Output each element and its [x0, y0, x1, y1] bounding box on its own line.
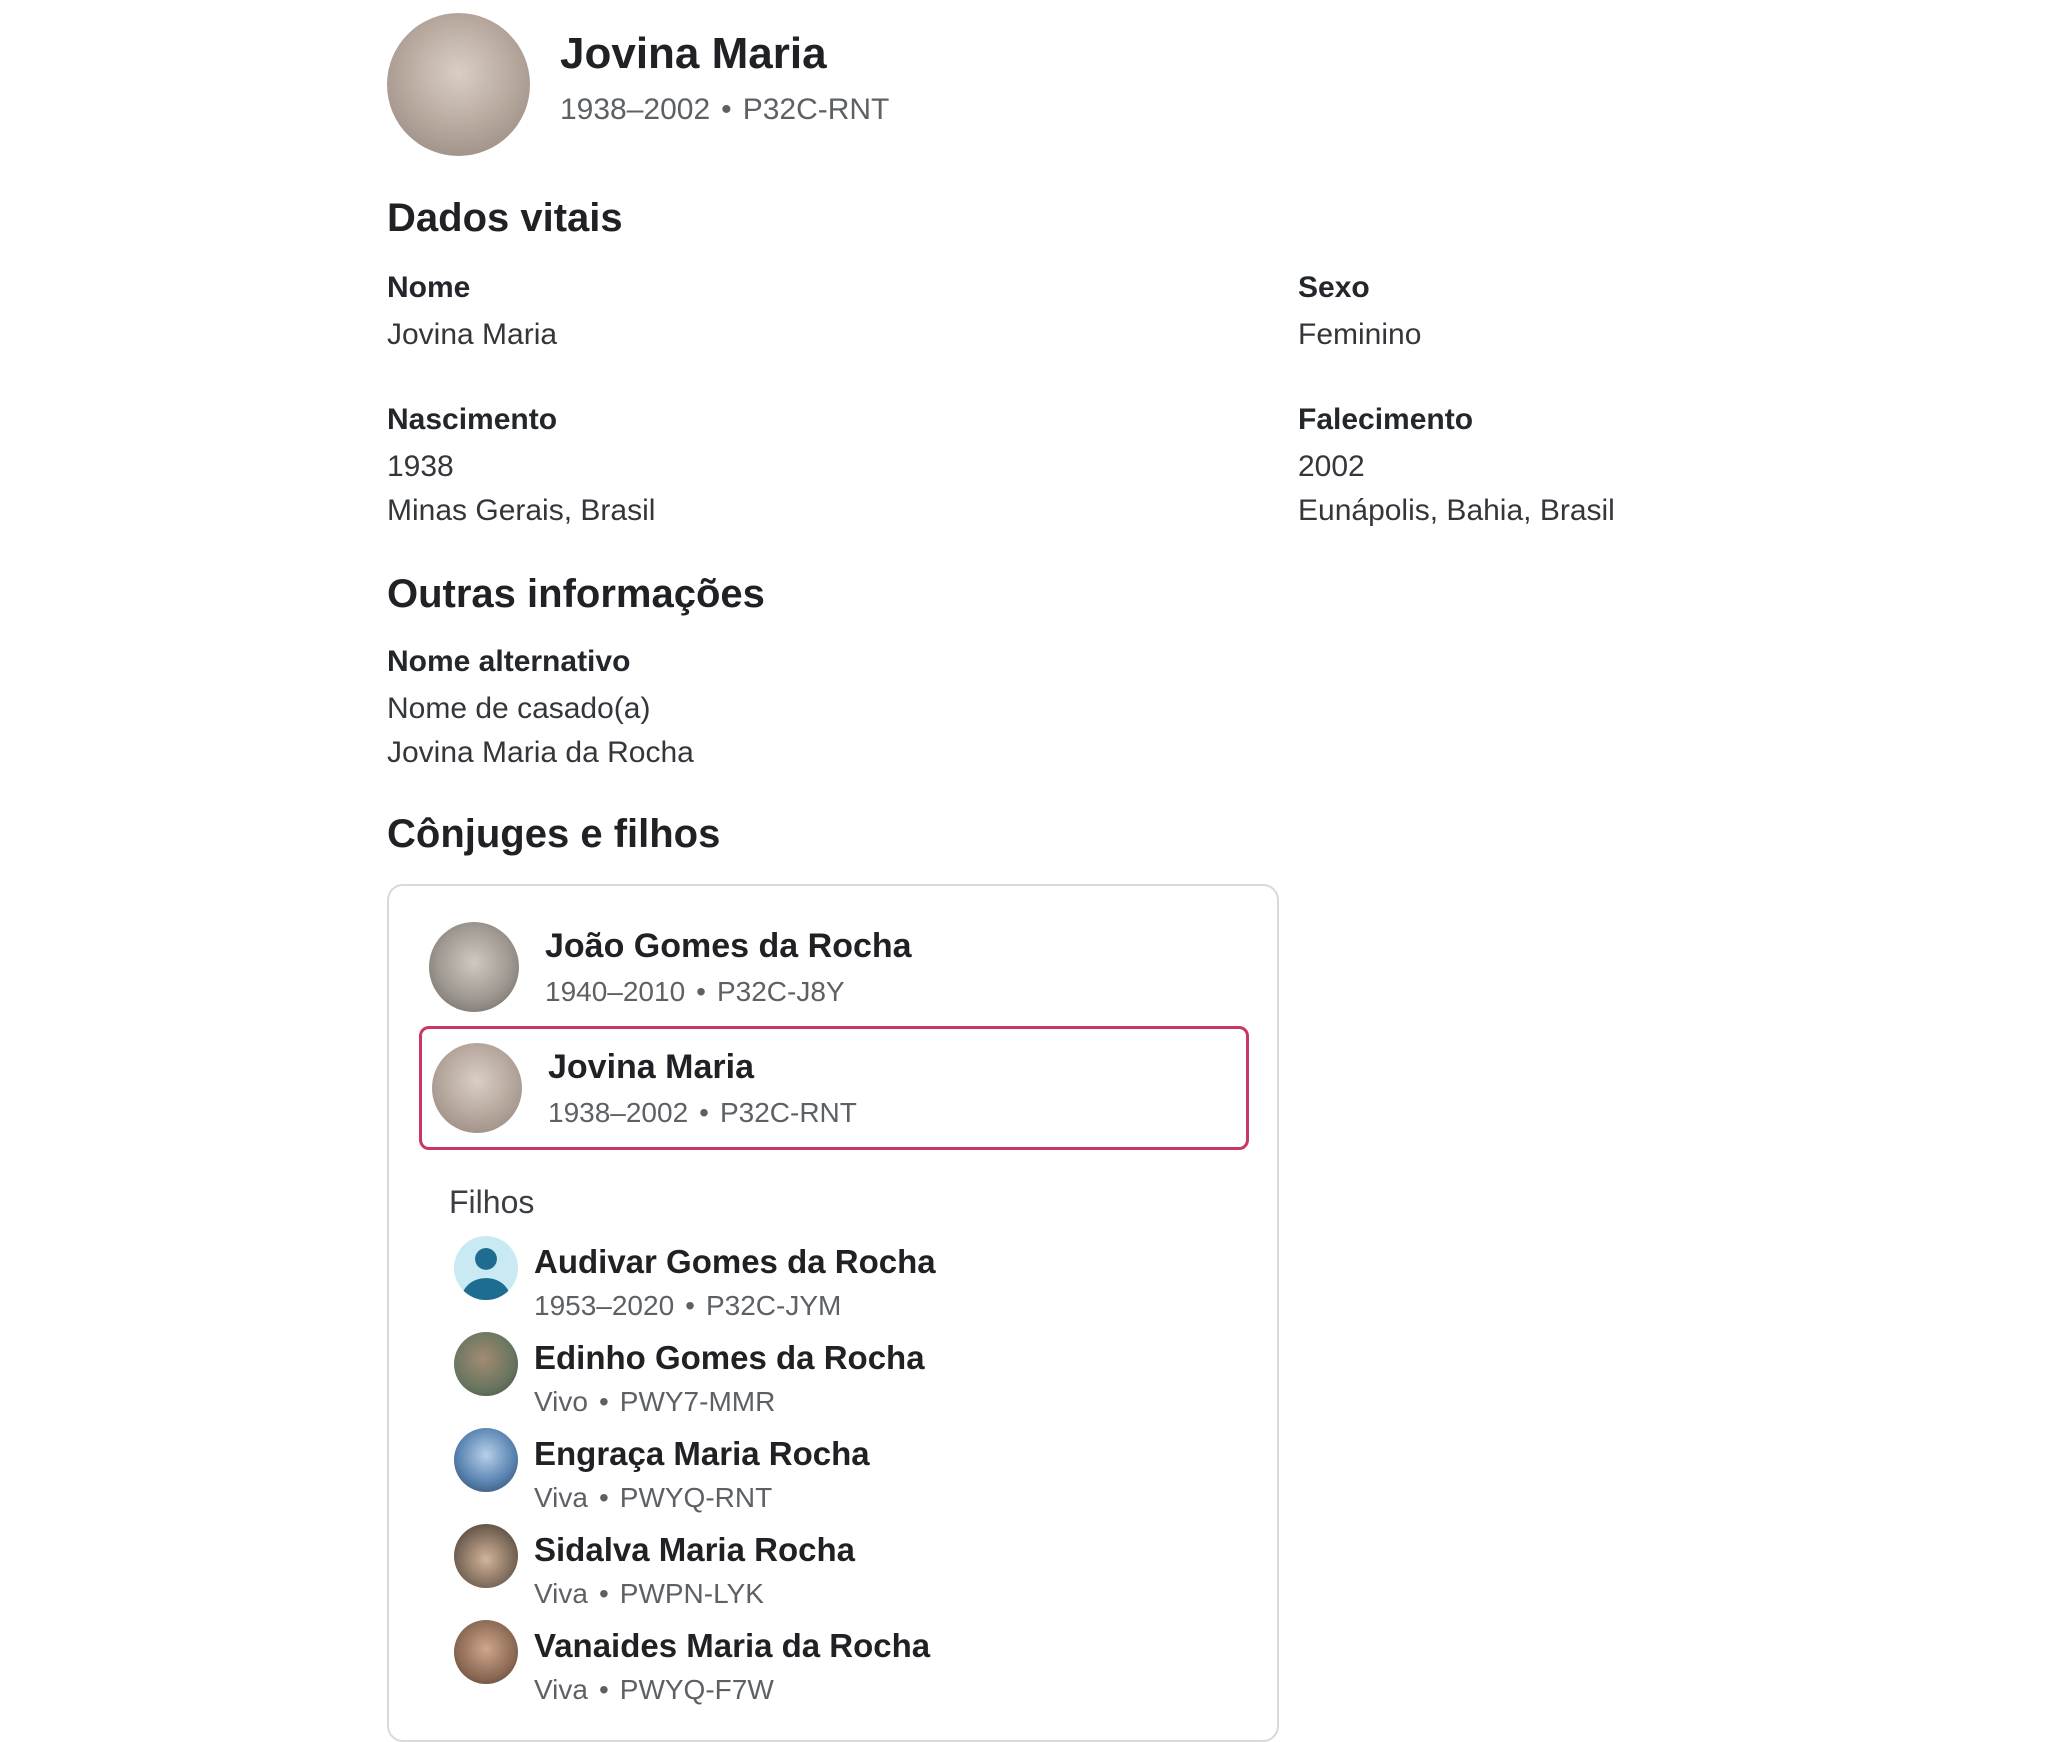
bullet-separator: •: [721, 93, 732, 126]
child-id: PWY7-MMR: [620, 1386, 776, 1417]
child-lifespan-line: 1953–2020 • P32C-JYM: [534, 1287, 936, 1325]
child-portrait: [454, 1332, 518, 1396]
field-death-place: Eunápolis, Bahia, Brasil: [1298, 489, 1807, 533]
child-lifespan: 1953–2020: [534, 1290, 674, 1321]
child-name: Sidalva Maria Rocha: [534, 1528, 855, 1572]
person-portrait[interactable]: [387, 13, 530, 156]
couple-card: João Gomes da Rocha 1940–2010 • P32C-J8Y J…: [387, 884, 1279, 1742]
other-information-heading: Outras informações: [387, 572, 765, 617]
child-id: PWPN-LYK: [620, 1578, 764, 1609]
field-death-date: 2002: [1298, 445, 1807, 489]
child-lifespan-line: Viva • PWPN-LYK: [534, 1575, 855, 1613]
alternate-name-value: Jovina Maria da Rocha: [387, 731, 765, 775]
lifespan-text: 1938–2002: [560, 93, 710, 126]
bullet-separator: •: [599, 1578, 609, 1609]
spouse-name: João Gomes da Rocha: [545, 927, 912, 966]
selected-person-row[interactable]: Jovina Maria 1938–2002 • P32C-RNT: [432, 1043, 1232, 1133]
field-sex-label: Sexo: [1298, 271, 1807, 305]
field-name: Nome Jovina Maria: [387, 271, 1298, 357]
selected-person-box[interactable]: Jovina Maria 1938–2002 • P32C-RNT: [419, 1026, 1249, 1150]
default-person-avatar-icon: [454, 1236, 518, 1300]
child-name: Audivar Gomes da Rocha: [534, 1240, 936, 1284]
bullet-separator: •: [599, 1674, 609, 1705]
child-id: PWYQ-RNT: [620, 1482, 772, 1513]
person-header: Jovina Maria 1938–2002 • P32C-RNT: [387, 13, 889, 156]
person-lifespan-line: 1938–2002 • P32C-RNT: [560, 93, 889, 127]
spouse-portrait: [429, 922, 519, 1012]
selected-person-id: P32C-RNT: [720, 1097, 857, 1128]
field-death: Falecimento 2002 Eunápolis, Bahia, Brasi…: [1298, 403, 1807, 533]
child-name: Engraça Maria Rocha: [534, 1432, 870, 1476]
child-row-vanaides[interactable]: Vanaides Maria da Rocha Viva • PWYQ-F7W: [454, 1624, 1249, 1709]
spouse-row[interactable]: João Gomes da Rocha 1940–2010 • P32C-J8Y: [429, 922, 1249, 1012]
spouse-lifespan-line: 1940–2010 • P32C-J8Y: [545, 976, 912, 1008]
child-row-sidalva[interactable]: Sidalva Maria Rocha Viva • PWPN-LYK: [454, 1528, 1249, 1613]
children-label: Filhos: [449, 1180, 1249, 1224]
person-silhouette-icon: [454, 1236, 518, 1300]
spouse-lifespan: 1940–2010: [545, 976, 685, 1007]
child-lifespan-line: Viva • PWYQ-F7W: [534, 1671, 930, 1709]
field-name-value: Jovina Maria: [387, 313, 1298, 357]
spouse-id: P32C-J8Y: [717, 976, 845, 1007]
bullet-separator: •: [696, 976, 706, 1007]
selected-person-lifespan: 1938–2002: [548, 1097, 688, 1128]
section-other-information: Outras informações Nome alternativo Nome…: [387, 572, 765, 775]
child-lifespan-line: Vivo • PWY7-MMR: [534, 1383, 925, 1421]
child-lifespan: Vivo: [534, 1386, 588, 1417]
children-list: Audivar Gomes da Rocha 1953–2020 • P32C-JY…: [454, 1240, 1249, 1709]
child-id: PWYQ-F7W: [620, 1674, 774, 1705]
child-id: P32C-JYM: [706, 1290, 841, 1321]
bullet-separator: •: [699, 1097, 709, 1128]
vital-data-heading: Dados vitais: [387, 196, 1807, 241]
field-sex: Sexo Feminino: [1298, 271, 1807, 357]
alternate-name-type: Nome de casado(a): [387, 687, 765, 731]
child-name: Vanaides Maria da Rocha: [534, 1624, 930, 1668]
field-sex-value: Feminino: [1298, 313, 1807, 357]
selected-person-name: Jovina Maria: [548, 1048, 857, 1087]
child-lifespan: Viva: [534, 1578, 588, 1609]
bullet-separator: •: [599, 1386, 609, 1417]
field-birth-label: Nascimento: [387, 403, 1298, 437]
alternate-name-label: Nome alternativo: [387, 645, 765, 679]
child-portrait: [454, 1428, 518, 1492]
spouses-children-heading: Cônjuges e filhos: [387, 810, 1279, 858]
child-portrait: [454, 1620, 518, 1684]
field-birth-place: Minas Gerais, Brasil: [387, 489, 1298, 533]
page-title: Jovina Maria: [560, 29, 889, 79]
field-birth-date: 1938: [387, 445, 1298, 489]
selected-person-lifespan-line: 1938–2002 • P32C-RNT: [548, 1097, 857, 1129]
child-portrait: [454, 1524, 518, 1588]
child-row-engraca[interactable]: Engraça Maria Rocha Viva • PWYQ-RNT: [454, 1432, 1249, 1517]
child-lifespan-line: Viva • PWYQ-RNT: [534, 1479, 870, 1517]
bullet-separator: •: [685, 1290, 695, 1321]
child-row-edinho[interactable]: Edinho Gomes da Rocha Vivo • PWY7-MMR: [454, 1336, 1249, 1421]
child-row-audivar[interactable]: Audivar Gomes da Rocha 1953–2020 • P32C-JY…: [454, 1240, 1249, 1325]
selected-person-portrait: [432, 1043, 522, 1133]
child-lifespan: Viva: [534, 1482, 588, 1513]
person-id: P32C-RNT: [743, 93, 890, 126]
child-name: Edinho Gomes da Rocha: [534, 1336, 925, 1380]
field-birth: Nascimento 1938 Minas Gerais, Brasil: [387, 403, 1298, 533]
field-name-label: Nome: [387, 271, 1298, 305]
section-spouses-children: Cônjuges e filhos João Gomes da Rocha 19…: [387, 810, 1279, 1742]
section-vital-data: Dados vitais Nome Jovina Maria Sexo Femi…: [387, 196, 1807, 533]
child-lifespan: Viva: [534, 1674, 588, 1705]
field-death-label: Falecimento: [1298, 403, 1807, 437]
bullet-separator: •: [599, 1482, 609, 1513]
